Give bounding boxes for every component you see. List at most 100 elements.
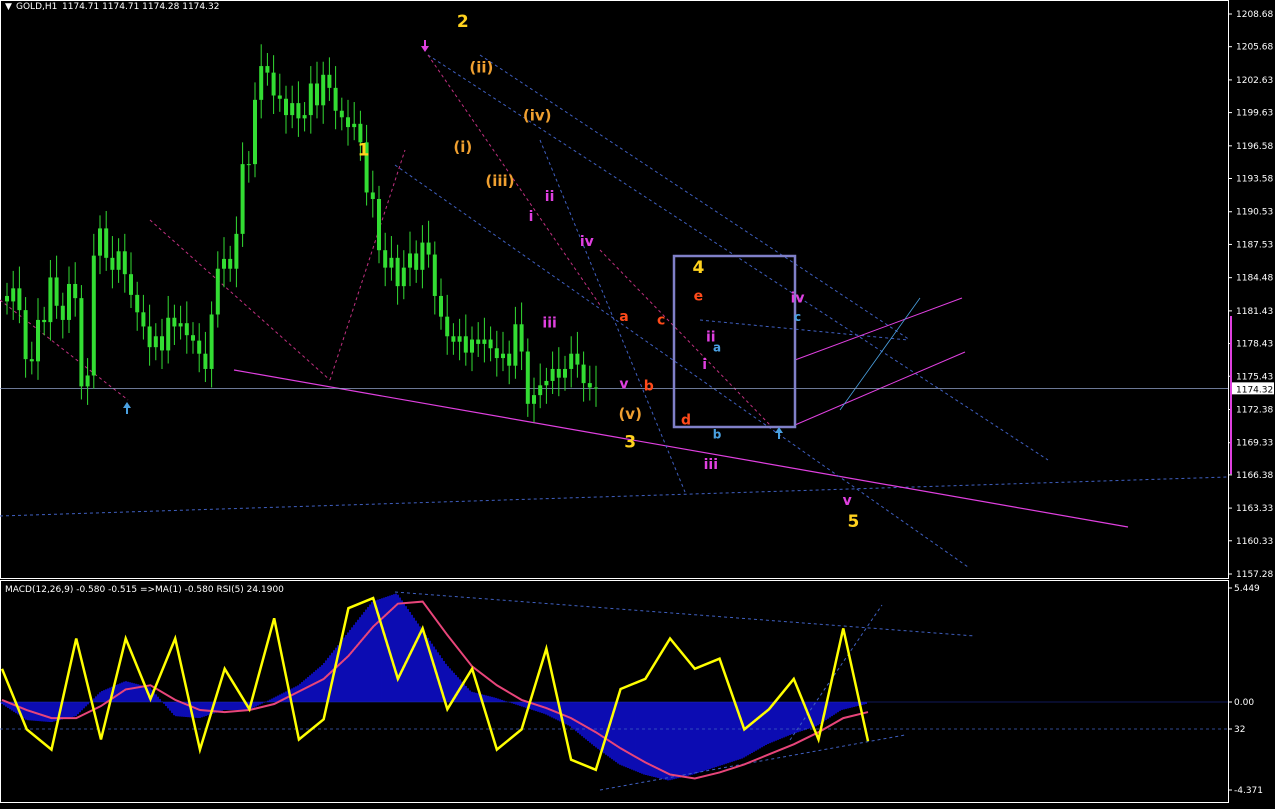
chart-area[interactable]: ▼ GOLD,H1 1174.71 1174.71 1174.28 1174.3… — [0, 0, 1275, 805]
price-tick-label: 1202.63 — [1236, 76, 1273, 86]
wave-label: 2 — [457, 12, 469, 32]
candle-body — [532, 395, 536, 404]
price-tick-label: 1205.68 — [1236, 43, 1273, 53]
candle-body — [160, 336, 164, 351]
candle-body — [203, 353, 208, 369]
candle-body — [445, 316, 450, 337]
wave-label: iii — [704, 457, 718, 473]
wave-label: 5 — [847, 512, 859, 532]
wave-label: (iv) — [523, 107, 552, 125]
candle-body — [575, 353, 580, 365]
candle-body — [5, 295, 9, 302]
wave-label: ii — [545, 189, 555, 205]
candle-body — [513, 324, 518, 366]
price-tick-label: 1169.33 — [1236, 439, 1273, 449]
wave-label: 4 — [692, 258, 704, 278]
candle-body — [494, 348, 499, 359]
candle-body — [476, 339, 481, 344]
candle-body — [11, 288, 16, 302]
candle-body — [408, 253, 412, 268]
candle-body — [79, 298, 84, 387]
indicator-tick-label: -4.371 — [1234, 786, 1263, 796]
candle-body — [184, 323, 189, 336]
candle-body — [104, 228, 109, 258]
wave-label: b — [644, 379, 654, 395]
candle-body — [67, 283, 71, 320]
candle-body — [197, 340, 202, 354]
candle-body — [166, 317, 171, 351]
candle-body — [290, 103, 295, 116]
price-tick-label: 1196.58 — [1236, 142, 1273, 152]
candle-body — [98, 228, 102, 256]
candle-body — [488, 339, 493, 349]
candle-body — [73, 283, 78, 299]
wave-label: v — [619, 377, 628, 393]
candle-body — [116, 251, 121, 270]
candle-body — [327, 74, 332, 88]
candle-body — [147, 326, 152, 348]
wave-label: e — [694, 288, 704, 304]
price-tick-label: 1166.38 — [1236, 471, 1273, 481]
price-tick-label: 1193.58 — [1236, 175, 1273, 185]
wave-label: c — [657, 312, 665, 328]
candle-body — [191, 335, 195, 341]
price-tick-label: 1184.48 — [1236, 274, 1273, 284]
candle-body — [253, 99, 257, 165]
candle-body — [501, 353, 505, 359]
wave-label: i — [529, 209, 534, 225]
candle-body — [228, 258, 233, 269]
wave-label: iii — [542, 316, 556, 332]
price-tick-label: 1157.28 — [1236, 570, 1273, 580]
wave-label: (i) — [453, 138, 472, 156]
candle-body — [277, 95, 282, 99]
candle-body — [91, 255, 96, 376]
indicator-label: MACD(12,26,9) -0.580 -0.515 =>MA(1) -0.5… — [5, 585, 284, 595]
price-tick-label: 1199.63 — [1236, 109, 1273, 119]
candle-body — [29, 359, 34, 362]
candle-body — [122, 251, 127, 275]
candle-body — [209, 314, 214, 369]
candle-body — [432, 254, 437, 296]
candle-body — [470, 339, 474, 353]
candle-body — [457, 336, 462, 342]
candle-body — [259, 66, 264, 100]
wave-label: a — [713, 341, 721, 355]
candle-body — [463, 336, 468, 353]
wave-label: 1 — [358, 140, 370, 160]
candle-body — [339, 110, 344, 118]
candle-body — [234, 233, 239, 269]
price-tick-label: 1190.53 — [1236, 208, 1273, 218]
indicator-tick-label: 32 — [1234, 725, 1245, 735]
candle-body — [36, 319, 40, 362]
current-price-label: 1174.32 — [1236, 385, 1273, 395]
candle-body — [265, 66, 270, 73]
candle-body — [594, 387, 598, 389]
candle-body — [222, 258, 226, 269]
candle-body — [352, 123, 357, 128]
symbol-label: GOLD,H1 — [16, 2, 57, 12]
candle-body — [302, 115, 307, 119]
candle-body — [525, 351, 530, 404]
wave-label: (iii) — [485, 172, 514, 190]
chart-svg: ▼ GOLD,H1 1174.71 1174.71 1174.28 1174.3… — [0, 0, 1275, 805]
candle-body — [401, 267, 406, 287]
price-tick-label: 1178.43 — [1236, 340, 1273, 350]
candle-body — [129, 274, 133, 295]
candle-body — [420, 242, 425, 270]
candle-body — [240, 164, 245, 234]
wave-label: b — [713, 428, 722, 442]
candle-body — [246, 164, 251, 166]
candle-body — [110, 257, 115, 270]
candle-body — [271, 72, 276, 96]
wave-label: c — [794, 310, 801, 324]
candle-body — [482, 339, 487, 344]
candle-body — [426, 242, 431, 255]
dropdown-arrow-icon[interactable]: ▼ — [5, 2, 12, 12]
candle-body — [60, 305, 65, 320]
wave-label: a — [619, 309, 628, 325]
wave-label: iv — [791, 290, 805, 306]
candle-body — [172, 317, 177, 327]
price-range-marker — [1230, 316, 1232, 474]
candle-body — [377, 198, 381, 251]
candle-body — [141, 312, 146, 327]
